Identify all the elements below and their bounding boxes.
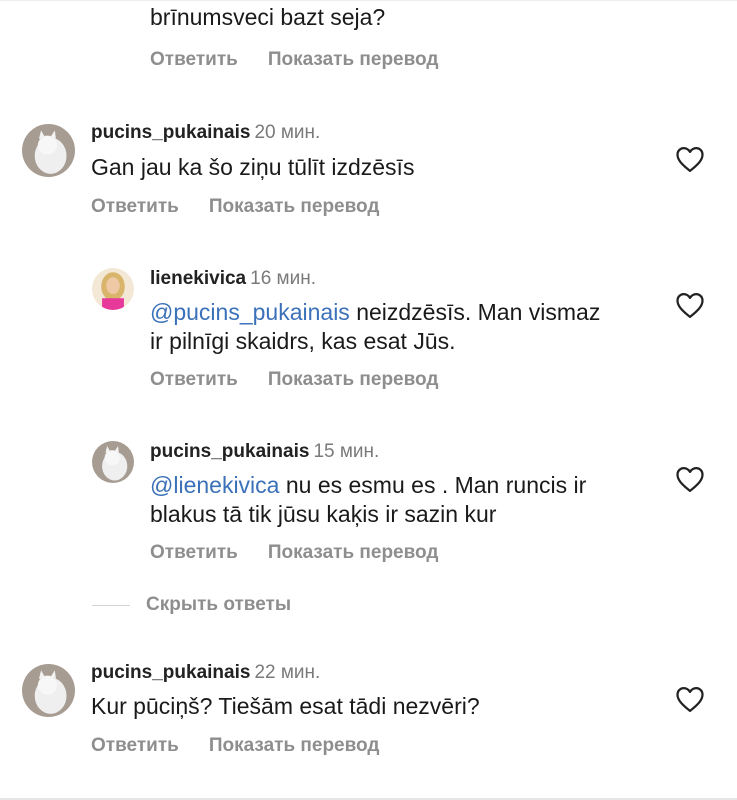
show-translation-button[interactable]: Показать перевод (209, 735, 380, 757)
person-avatar[interactable] (92, 268, 134, 310)
heart-outline-icon[interactable] (675, 291, 705, 319)
show-translation-button[interactable]: Показать перевод (268, 542, 439, 564)
mention-link[interactable]: @pucins_pukainais (150, 299, 350, 325)
prev-comment-text: brīnumsveci bazt seja? (150, 4, 386, 30)
mention-link[interactable]: @lienekivica (150, 472, 279, 498)
hide-replies-divider (92, 605, 130, 606)
reply-button[interactable]: Ответить (150, 369, 238, 391)
reply-button[interactable]: Ответить (150, 542, 238, 564)
timestamp: 15 мин. (313, 441, 380, 462)
reply-header: lienekivica 16 мин. (150, 268, 316, 290)
comment-actions: Ответить Показать перевод (91, 735, 379, 757)
reply-text-line-1: @pucins_pukainais neizdzēsīs. Man vismaz (150, 299, 601, 325)
comment-header: pucins_pukainais 22 мин. (91, 662, 320, 684)
reply-header: pucins_pukainais 15 мин. (150, 441, 379, 463)
heart-outline-icon[interactable] (675, 145, 705, 173)
reply-text-line-1: @lienekivica nu es esmu es . Man runcis … (150, 472, 587, 498)
prev-comment-actions: Ответить Показать перевод (150, 49, 438, 71)
reply-button[interactable]: Ответить (91, 735, 179, 757)
timestamp: 16 мин. (250, 268, 316, 289)
show-translation-button[interactable]: Показать перевод (209, 196, 380, 218)
timestamp: 20 мин. (254, 122, 321, 143)
timestamp: 22 мин. (254, 662, 321, 683)
cat-avatar[interactable] (22, 124, 75, 177)
comment-actions: Ответить Показать перевод (91, 196, 379, 218)
comment-text: Gan jau ka šo ziņu tūlīt izdzēsīs (91, 154, 415, 180)
heart-outline-icon[interactable] (675, 685, 705, 713)
username-link[interactable]: pucins_pukainais (91, 662, 250, 683)
comment-header: pucins_pukainais 20 мин. (91, 122, 320, 144)
username-link[interactable]: pucins_pukainais (91, 122, 250, 143)
comment-text: Kur pūciņš? Tiešām esat tādi nezvēri? (91, 693, 480, 719)
cat-avatar[interactable] (92, 441, 134, 483)
reply-text-line-2: blakus tā tik jūsu kaķis ir sazin kur (150, 501, 497, 527)
reply-actions: Ответить Показать перевод (150, 542, 438, 564)
reply-button[interactable]: Ответить (150, 49, 238, 71)
username-link[interactable]: lienekivica (150, 268, 246, 289)
heart-outline-icon[interactable] (675, 465, 705, 493)
reply-actions: Ответить Показать перевод (150, 369, 438, 391)
show-translation-button[interactable]: Показать перевод (268, 49, 439, 71)
username-link[interactable]: pucins_pukainais (150, 441, 309, 462)
hide-replies-button[interactable]: Скрыть ответы (146, 594, 291, 616)
reply-button[interactable]: Ответить (91, 196, 179, 218)
cat-avatar[interactable] (22, 664, 75, 717)
show-translation-button[interactable]: Показать перевод (268, 369, 439, 391)
reply-text-line-2: ir pilnīgi skaidrs, kas esat Jūs. (150, 328, 456, 354)
top-border (0, 0, 737, 1)
